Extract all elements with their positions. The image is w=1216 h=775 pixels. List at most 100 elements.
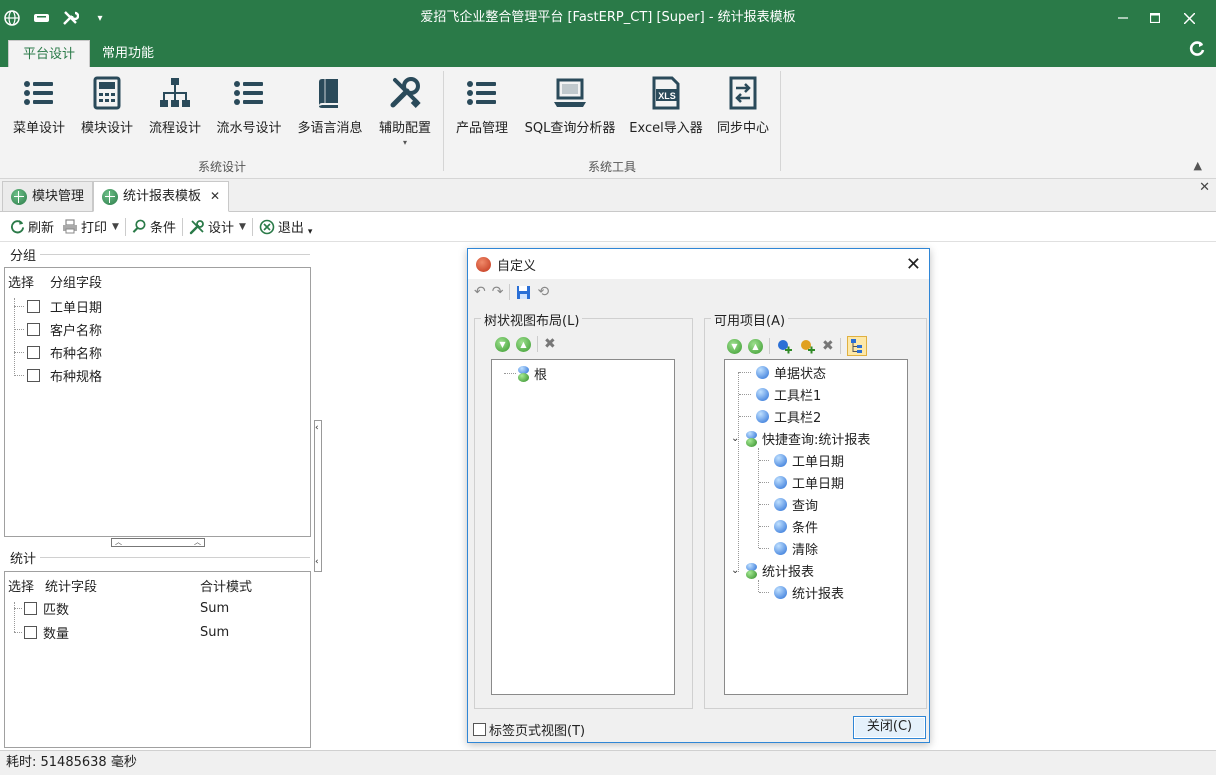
chevron-down-icon[interactable]: ⌄: [731, 565, 741, 576]
tab-view-checkbox[interactable]: [473, 723, 486, 736]
move-down-icon[interactable]: ▼: [495, 336, 510, 352]
flow-design-button[interactable]: 流程设计: [146, 75, 204, 155]
exit-button[interactable]: 退出: [255, 215, 308, 239]
refresh-style-icon[interactable]: [1186, 40, 1208, 62]
chevron-down-icon[interactable]: ⌄: [731, 433, 741, 444]
move-up-icon[interactable]: ▲: [516, 336, 531, 352]
revert-icon[interactable]: ⟲: [537, 284, 549, 300]
close-all-tabs-icon[interactable]: ✕: [1199, 180, 1210, 195]
redo-icon[interactable]: ↷: [492, 284, 504, 300]
eraser-icon[interactable]: [30, 0, 54, 36]
menu-design-button[interactable]: 菜单设计: [10, 75, 68, 155]
row-checkbox[interactable]: [24, 625, 37, 639]
minimize-button[interactable]: [1106, 0, 1140, 36]
tree-node[interactable]: 单据状态: [739, 363, 826, 382]
row-checkbox[interactable]: [24, 601, 37, 615]
window-title: 爱招飞企业整合管理平台 [FastERP_CT] [Super] - 统计报表模…: [420, 10, 796, 25]
item-node-icon: [774, 498, 787, 511]
tree-view-toggle-icon[interactable]: [846, 336, 867, 356]
aux-config-button[interactable]: 辅助配置 ▾: [374, 75, 436, 155]
module-design-button[interactable]: 模块设计: [78, 75, 136, 155]
title-bar: ▾ 爱招飞企业整合管理平台 [FastERP_CT] [Super] - 统计报…: [0, 0, 1216, 36]
tree-node[interactable]: 工具栏1: [739, 385, 821, 404]
available-items-listbox[interactable]: 单据状态 工具栏1 工具栏2 ⌄ 快捷查询:统计报表 工单日期 工单日期 查询 …: [724, 359, 908, 695]
add-group-icon[interactable]: [776, 338, 793, 355]
design-button[interactable]: 设计 ▼: [185, 215, 250, 239]
tree-node[interactable]: 根: [518, 364, 547, 383]
tree-node[interactable]: 统计报表: [759, 583, 844, 602]
dialog-close-icon[interactable]: ✕: [906, 254, 921, 275]
tree-node[interactable]: ⌄ 统计报表: [731, 561, 814, 580]
table-row[interactable]: 数量 Sum: [5, 622, 305, 642]
tab-view-checkbox-row[interactable]: 标签页式视图(T): [473, 720, 585, 739]
move-up-icon[interactable]: ▲: [748, 338, 763, 354]
product-management-button[interactable]: 产品管理: [452, 75, 512, 155]
save-icon[interactable]: [516, 285, 531, 300]
item-node-icon: [756, 388, 769, 401]
doc-tab-module-management[interactable]: 模块管理: [2, 181, 94, 212]
tab-platform-design[interactable]: 平台设计: [8, 40, 91, 67]
tree-node[interactable]: 查询: [759, 495, 818, 514]
toolbar-overflow-icon[interactable]: ▾: [308, 227, 313, 237]
table-row[interactable]: 布种名称: [5, 342, 102, 362]
document-tab-strip: 模块管理 统计报表模板 ✕ ✕: [0, 179, 1216, 212]
tools-icon[interactable]: [58, 0, 82, 36]
tools-icon: [390, 77, 421, 108]
list-icon: [234, 81, 263, 105]
close-tab-icon[interactable]: ✕: [210, 182, 220, 211]
group-field-grid: 选择 分组字段 工单日期 客户名称 布种名称 布种规格: [4, 267, 311, 537]
doc-tab-stats-report-template[interactable]: 统计报表模板 ✕: [93, 181, 230, 212]
condition-button[interactable]: 条件: [128, 215, 180, 239]
print-button[interactable]: 打印 ▼: [58, 215, 123, 239]
row-checkbox[interactable]: [27, 299, 40, 313]
excel-importer-button[interactable]: XLS Excel导入器: [628, 75, 704, 155]
row-checkbox[interactable]: [27, 345, 40, 359]
toolbar-separator: [251, 217, 253, 236]
delete-icon[interactable]: ✖: [544, 336, 556, 352]
globe-icon: [102, 188, 118, 205]
chevron-left-icon: ‹: [315, 557, 319, 567]
calculator-icon: [93, 76, 121, 110]
add-item-icon[interactable]: [799, 338, 816, 355]
stats-section-title: 统计: [10, 552, 37, 567]
table-row[interactable]: 工单日期: [5, 296, 102, 316]
design-dropdown-icon[interactable]: ▼: [239, 222, 246, 232]
refresh-button[interactable]: 刷新: [6, 215, 58, 239]
tree-node[interactable]: 条件: [759, 517, 818, 536]
tree-node[interactable]: 工单日期: [759, 451, 844, 470]
dialog-title-bar: 自定义 ✕: [468, 249, 929, 279]
tree-node[interactable]: 清除: [759, 539, 818, 558]
toolbar-separator: [124, 217, 126, 236]
app-globe-icon[interactable]: [0, 0, 24, 36]
toolbar-separator: [839, 338, 841, 354]
maximize-button[interactable]: [1138, 0, 1172, 36]
vertical-splitter[interactable]: ‹ ‹: [314, 420, 322, 572]
sql-analyzer-button[interactable]: SQL查询分析器: [522, 75, 618, 155]
quick-access-dropdown-icon[interactable]: ▾: [88, 0, 112, 36]
sync-center-button[interactable]: 同步中心: [712, 75, 774, 155]
tree-node[interactable]: 工单日期: [759, 473, 844, 492]
table-row[interactable]: 匹数 Sum: [5, 598, 305, 618]
table-row[interactable]: 布种规格: [5, 365, 102, 385]
multilanguage-message-button[interactable]: 多语言消息: [294, 75, 366, 155]
row-checkbox[interactable]: [27, 368, 40, 382]
print-dropdown-icon[interactable]: ▼: [112, 222, 119, 232]
row-checkbox[interactable]: [27, 322, 40, 336]
move-down-icon[interactable]: ▼: [727, 338, 742, 354]
left-panel: 分组 选择 分组字段 工单日期 客户名称 布种名称 布种规格 ︿ ︿ 统计 选择…: [0, 242, 314, 750]
table-row[interactable]: 客户名称: [5, 319, 102, 339]
close-window-button[interactable]: [1172, 0, 1206, 36]
tab-common-functions[interactable]: 常用功能: [88, 40, 168, 67]
serial-number-design-button[interactable]: 流水号设计: [214, 75, 284, 155]
tree-node[interactable]: 工具栏2: [739, 407, 821, 426]
item-node-icon: [756, 366, 769, 379]
horizontal-splitter[interactable]: ︿ ︿: [111, 538, 205, 547]
undo-icon[interactable]: ↶: [474, 284, 486, 300]
delete-icon[interactable]: ✖: [822, 338, 834, 354]
tree-layout-listbox[interactable]: 根: [491, 359, 675, 695]
tree-node[interactable]: ⌄ 快捷查询:统计报表: [731, 429, 870, 448]
dialog-close-button[interactable]: 关闭(C): [853, 716, 926, 739]
dropdown-arrow-icon[interactable]: ▾: [374, 138, 436, 147]
collapse-ribbon-icon[interactable]: ▲: [1194, 159, 1202, 172]
group-separator: [780, 71, 781, 171]
